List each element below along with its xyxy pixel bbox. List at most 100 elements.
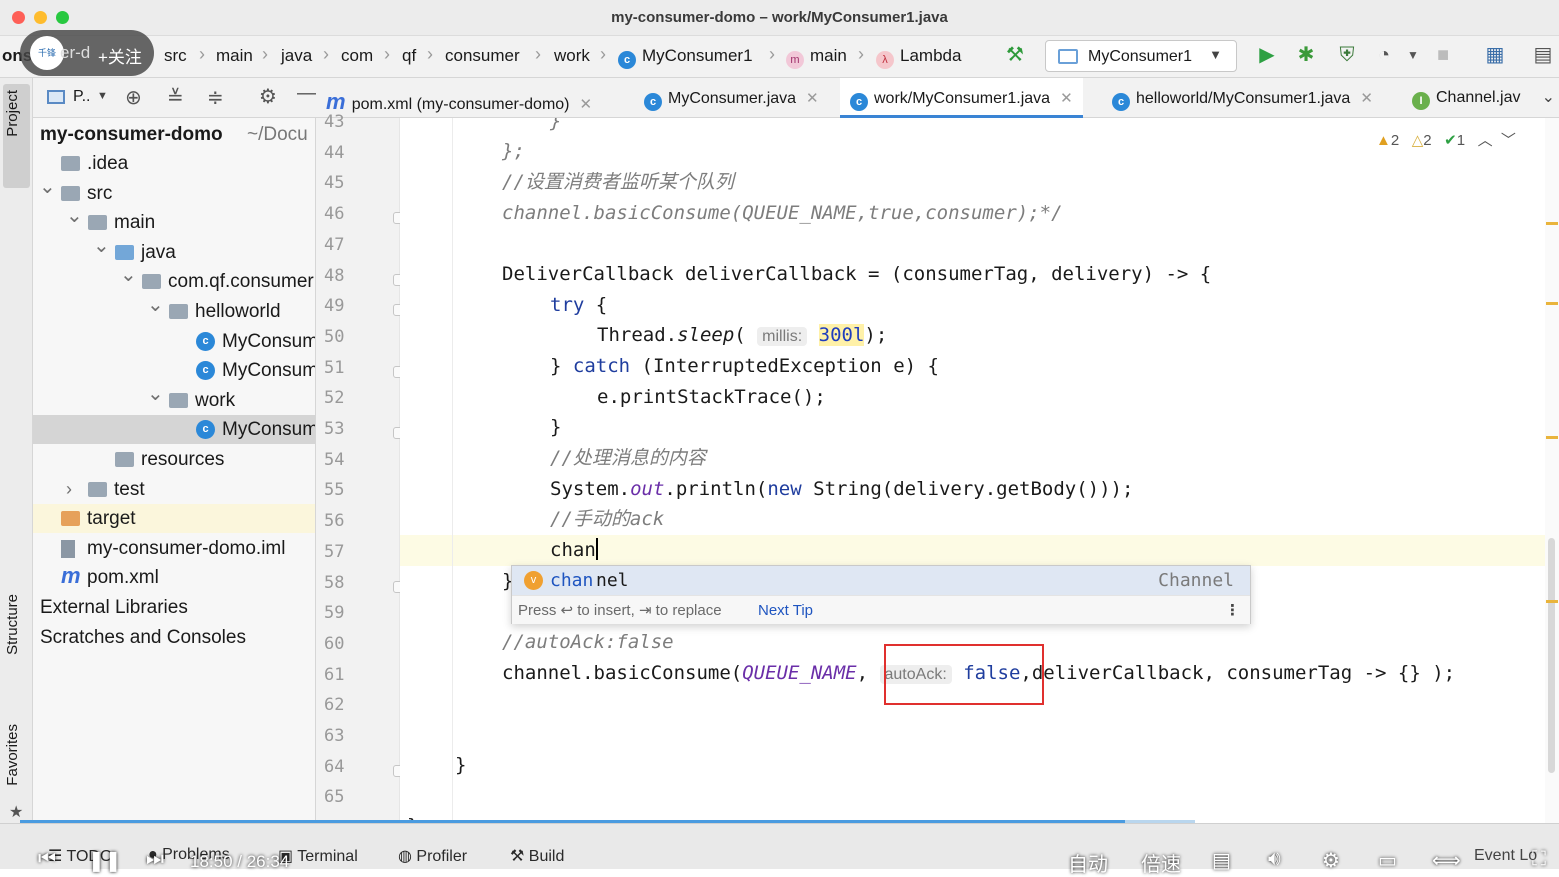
event-log-button[interactable]: Event Lo [1474, 847, 1537, 865]
project-view-selector[interactable]: P.. [73, 88, 91, 106]
line-number[interactable]: 55 [324, 480, 354, 500]
close-icon[interactable]: ✕ [580, 96, 593, 113]
line-number[interactable]: 65 [324, 787, 354, 807]
warning-marker[interactable] [1546, 600, 1558, 603]
chevron-down-icon[interactable]: ▼ [97, 90, 108, 102]
project-structure-icon[interactable]: ▦ [1482, 44, 1508, 66]
breadcrumb-consumer[interactable]: consumer [445, 46, 520, 66]
editor-tab[interactable]: c work/MyConsumer1.java ✕ [840, 78, 1083, 118]
tree-node[interactable]: ⌄ java [33, 238, 315, 267]
next-icon[interactable]: ⏭ [146, 848, 164, 871]
close-icon[interactable]: ✕ [1060, 90, 1073, 107]
tree-node[interactable]: ⌄ src [33, 179, 315, 208]
profile-icon[interactable]: ◔ [1371, 44, 1397, 66]
favorites-side-tab[interactable]: Favorites [4, 724, 30, 786]
line-number[interactable]: 53 [324, 419, 354, 439]
chevron-down-icon[interactable]: ▼ [1400, 44, 1426, 66]
editor-tab[interactable]: m pom.xml (my-consumer-domo) ✕ [316, 78, 602, 118]
line-number[interactable]: 45 [324, 173, 354, 193]
pause-icon[interactable]: ❚❚ [88, 848, 122, 873]
line-number[interactable]: 49 [324, 296, 354, 316]
line-number[interactable]: 44 [324, 143, 354, 163]
build-tool-button[interactable]: ⚒ Build [510, 846, 564, 866]
settings-gear-icon[interactable]: ⚙ [1322, 848, 1340, 873]
close-icon[interactable]: ✕ [1360, 90, 1373, 107]
tree-root[interactable]: my-consumer-domo ~/Docu [33, 120, 315, 149]
chevron-down-icon[interactable]: ⌄ [1542, 87, 1555, 107]
collapse-all-icon[interactable]: ≑ [207, 85, 224, 110]
line-number[interactable]: 63 [324, 726, 354, 746]
warning-marker[interactable] [1546, 436, 1558, 439]
subtitle-icon[interactable]: ▤ [1212, 848, 1231, 873]
gear-icon[interactable]: ⚙ [259, 84, 277, 109]
line-number[interactable]: 47 [324, 235, 354, 255]
editor-tab[interactable]: I Channel.jav [1402, 78, 1531, 118]
stop-icon[interactable]: ■ [1430, 44, 1456, 66]
line-number[interactable]: 61 [324, 665, 354, 685]
next-tip-link[interactable]: Next Tip [758, 596, 813, 625]
follow-overlay-button[interactable]: 千锋 er-d +关注 [20, 30, 154, 76]
line-number[interactable]: 52 [324, 388, 354, 408]
structure-side-tab[interactable]: Structure [4, 594, 30, 655]
breadcrumb-class[interactable]: c MyConsumer1 [618, 46, 753, 69]
tree-node[interactable]: ⌄ main [33, 208, 315, 237]
tree-node[interactable]: c MyConsume [33, 356, 315, 385]
line-number[interactable]: 51 [324, 358, 354, 378]
playback-speed-button[interactable]: 倍速 [1141, 848, 1181, 877]
sdk-icon[interactable]: ▤ [1530, 44, 1556, 66]
line-number[interactable]: 58 [324, 573, 354, 593]
debug-icon[interactable]: ✱ [1293, 44, 1319, 66]
completion-item[interactable]: v chan nel Channel [512, 566, 1250, 595]
expand-all-icon[interactable]: ≚ [167, 85, 184, 110]
breadcrumb-java[interactable]: java [281, 46, 312, 66]
coverage-icon[interactable]: ⛨ [1334, 44, 1360, 66]
tree-node[interactable]: ⌄ work [33, 386, 315, 415]
tree-node[interactable]: resources [33, 445, 315, 474]
close-icon[interactable]: ✕ [806, 90, 819, 107]
editor-tab[interactable]: c MyConsumer.java ✕ [634, 78, 829, 118]
tree-node[interactable]: target [33, 504, 315, 534]
breadcrumb-work[interactable]: work [554, 46, 590, 66]
breadcrumb-lambda[interactable]: λ Lambda [876, 46, 961, 69]
chevron-down-icon[interactable]: ⌄ [147, 297, 164, 320]
tree-node[interactable]: my-consumer-domo.iml [33, 534, 315, 563]
line-number[interactable]: 56 [324, 511, 354, 531]
line-number[interactable]: 46 [324, 204, 354, 224]
chevron-down-icon[interactable]: ⌄ [147, 386, 164, 409]
project-side-tab[interactable]: Project [4, 90, 30, 137]
line-number[interactable]: 48 [324, 266, 354, 286]
line-number[interactable]: 43 [324, 112, 354, 132]
tree-node[interactable]: › test [33, 475, 315, 504]
terminal-tool-button[interactable]: ▣ Terminal [278, 846, 358, 866]
build-hammer-icon[interactable]: ⚒ [1002, 44, 1028, 66]
line-number[interactable]: 54 [324, 450, 354, 470]
line-number[interactable]: 50 [324, 327, 354, 347]
hide-panel-icon[interactable]: — [297, 82, 317, 105]
breadcrumb-main[interactable]: main [216, 46, 253, 66]
chevron-down-icon[interactable]: ⌄ [93, 238, 110, 261]
line-number[interactable]: 60 [324, 634, 354, 654]
tree-node[interactable]: External Libraries [33, 593, 315, 622]
chevron-right-icon[interactable]: › [66, 475, 72, 504]
breadcrumb-com[interactable]: com [341, 46, 373, 66]
line-number[interactable]: 59 [324, 603, 354, 623]
breadcrumb-method[interactable]: m main [786, 46, 847, 69]
warning-marker[interactable] [1546, 222, 1558, 225]
wide-mode-icon[interactable]: ⟺ [1432, 848, 1461, 873]
line-number[interactable]: 57 [324, 542, 354, 562]
locate-icon[interactable]: ⊕ [125, 85, 142, 110]
tree-node[interactable]: m pom.xml [33, 563, 315, 592]
breadcrumb-src[interactable]: src [164, 46, 187, 66]
fullscreen-icon[interactable]: ⛶ [1532, 848, 1546, 871]
inspection-widget[interactable]: ▲2 △2 ✔1 ︿ ﹀ [1376, 129, 1516, 150]
chevron-up-icon[interactable]: ︿ [1478, 132, 1493, 149]
run-configuration-dropdown[interactable]: MyConsumer1 ▼ [1045, 40, 1237, 72]
chevron-down-icon[interactable]: ⌄ [66, 208, 83, 231]
auto-quality-button[interactable]: 自动 [1068, 848, 1108, 877]
picture-in-picture-icon[interactable]: ▭ [1378, 848, 1397, 873]
tree-node[interactable]: Scratches and Consoles [33, 623, 315, 652]
breadcrumb-qf[interactable]: qf [402, 46, 416, 66]
tree-node[interactable]: c MyConsume [33, 327, 315, 356]
scrollbar-thumb[interactable] [1548, 538, 1555, 773]
code-editor[interactable]: } }; //设置消费者监听某个队列 channel.basicConsume(… [400, 118, 1545, 823]
